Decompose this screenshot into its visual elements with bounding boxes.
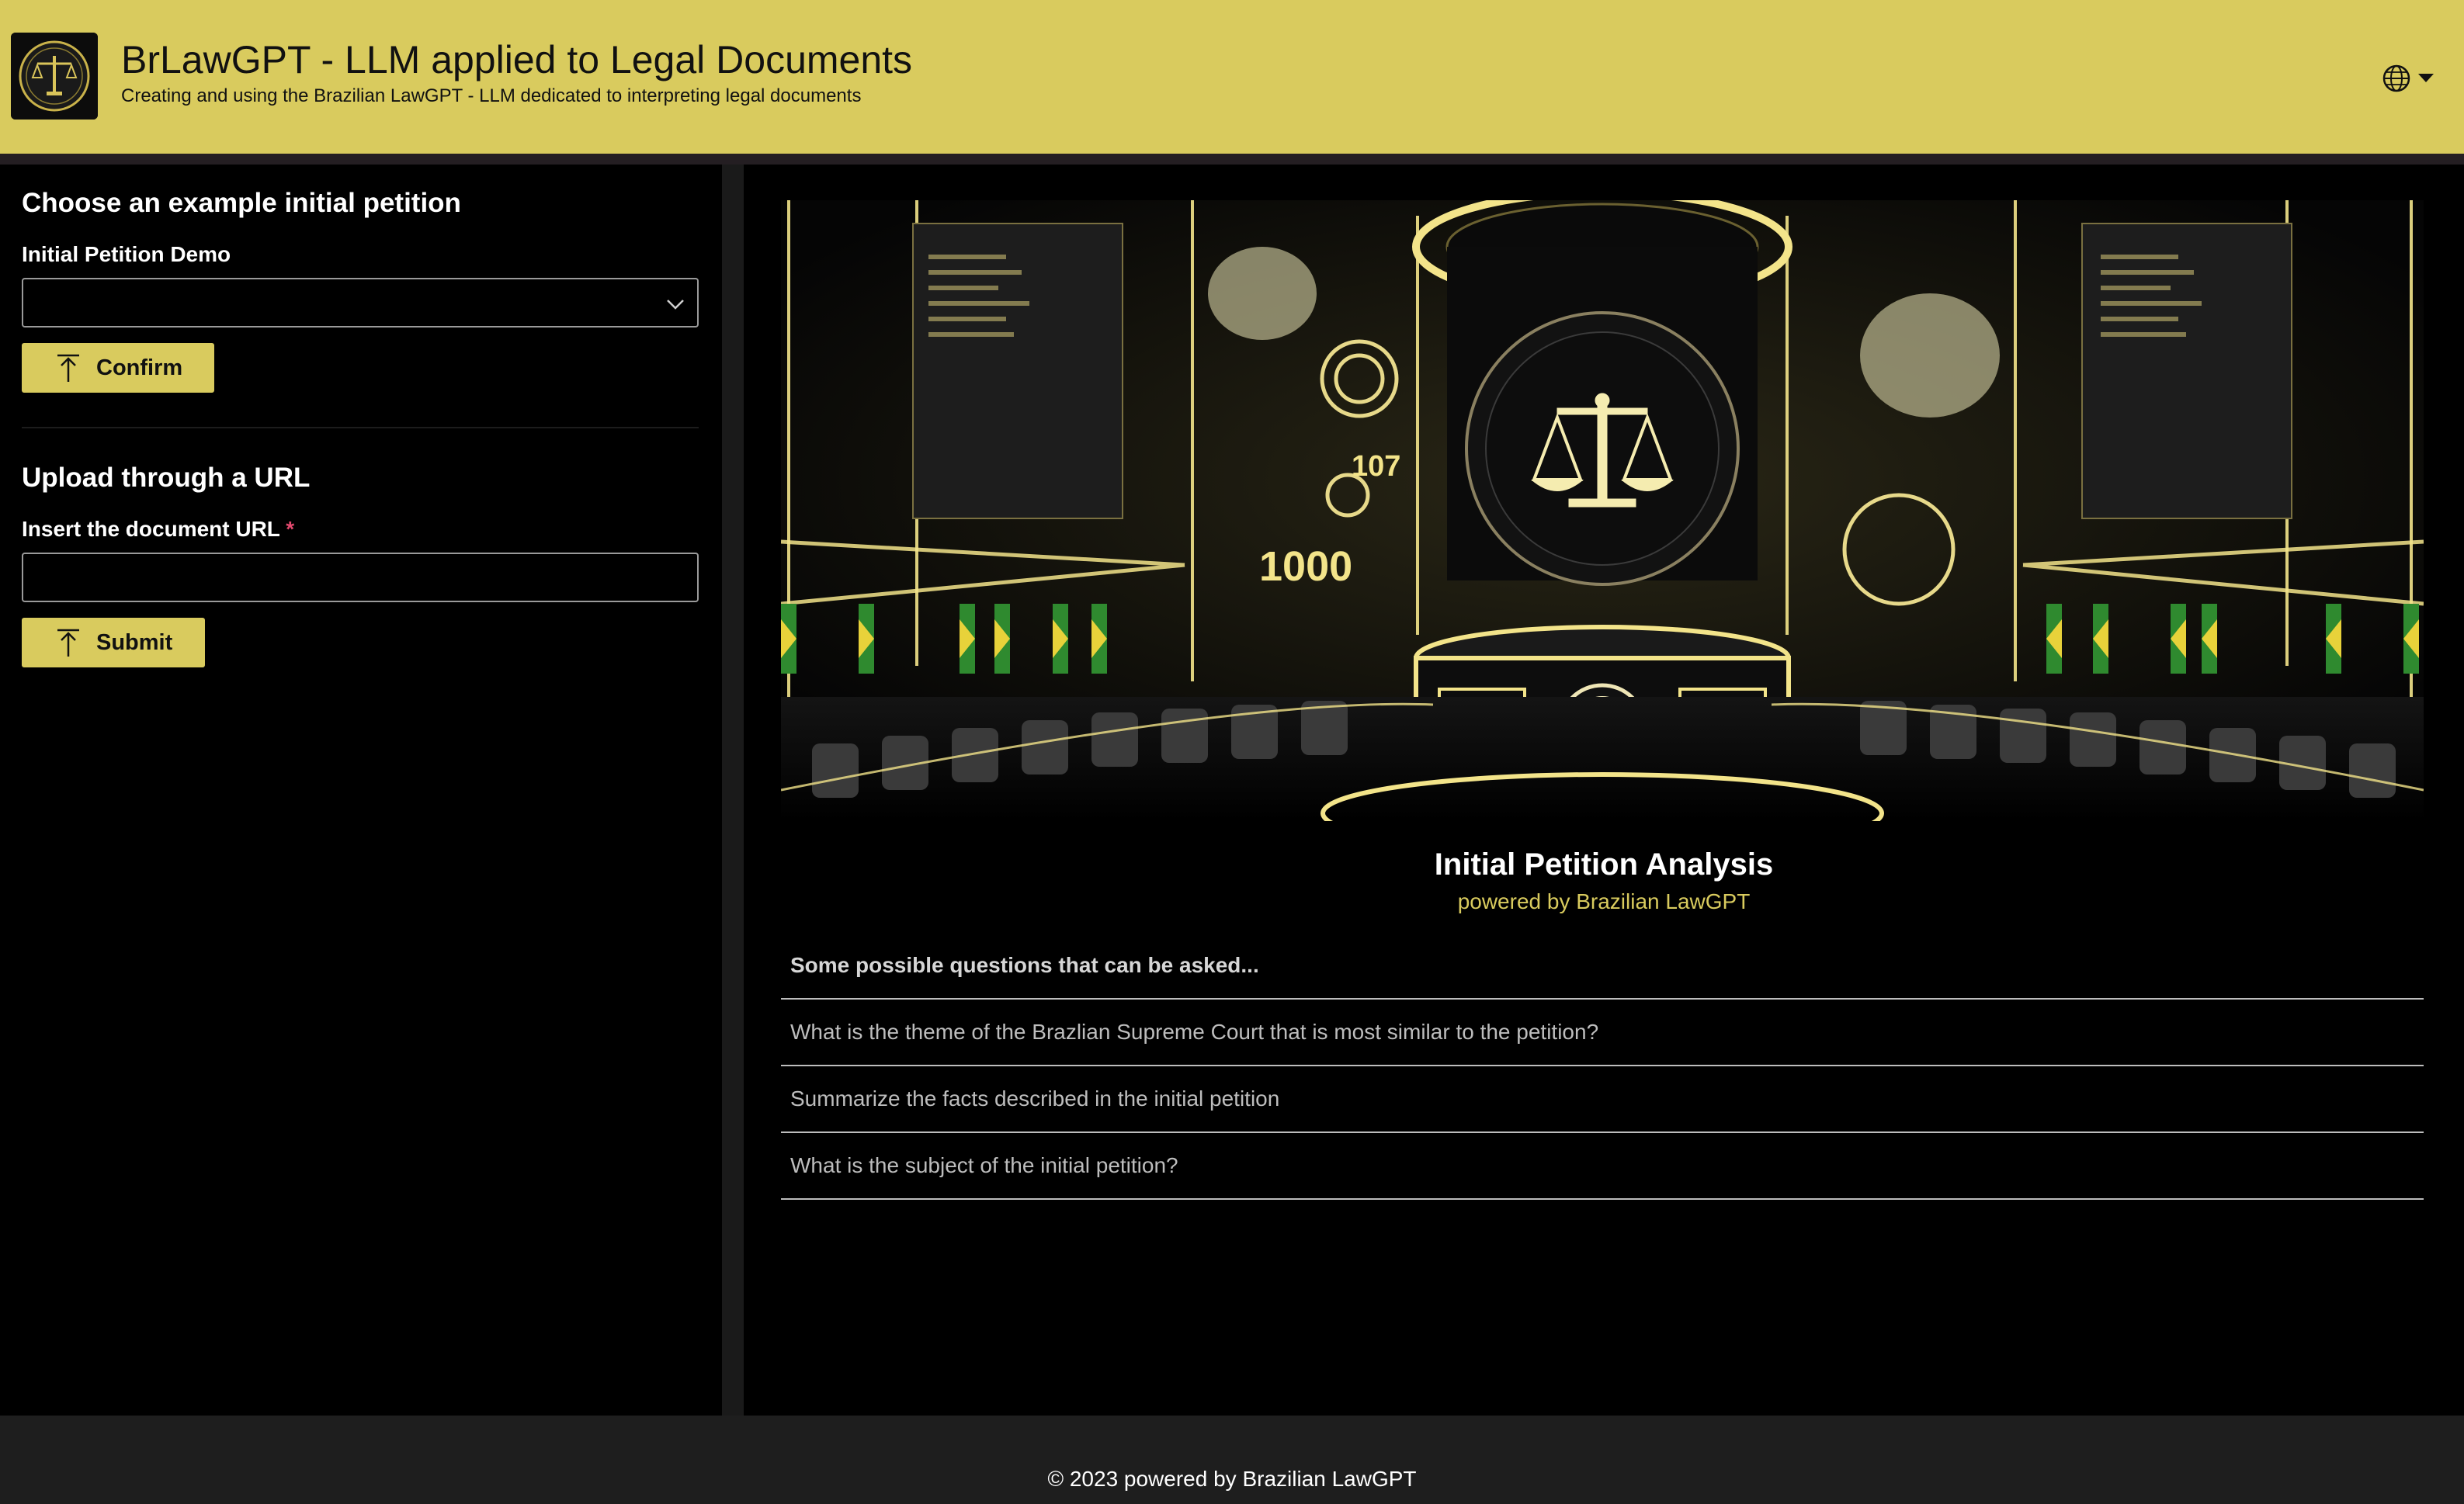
confirm-button[interactable]: Confirm [22, 343, 214, 393]
question-row[interactable]: Summarize the facts described in the ini… [781, 1066, 2424, 1133]
header-divider [0, 154, 2464, 165]
example-section-heading: Choose an example initial petition [22, 188, 461, 218]
url-section-heading: Upload through a URL [22, 463, 311, 493]
document-url-input[interactable] [22, 553, 699, 602]
upload-icon [57, 629, 79, 657]
courtroom-banner-image: 107 1000 [781, 200, 2424, 821]
submit-button-label: Submit [96, 629, 173, 655]
app-subtitle: Creating and using the Brazilian LawGPT … [121, 85, 862, 106]
banner-number-1000: 1000 [1259, 543, 1352, 590]
panel-gutter [722, 165, 744, 1416]
question-row[interactable]: What is the theme of the Brazlian Suprem… [781, 1000, 2424, 1066]
footer-text: © 2023 powered by Brazilian LawGPT [1047, 1467, 1417, 1491]
required-marker: * [286, 517, 295, 541]
sidebar: Choose an example initial petition Initi… [0, 165, 722, 1416]
submit-button[interactable]: Submit [22, 618, 205, 667]
globe-icon [2382, 64, 2410, 92]
initial-petition-select[interactable] [22, 278, 699, 327]
app-header: BrLawGPT - LLM applied to Legal Document… [0, 0, 2464, 154]
analysis-title: Initial Petition Analysis [1434, 847, 1774, 882]
document-url-label-text: Insert the document URL [22, 517, 280, 541]
caret-down-icon [2418, 74, 2434, 82]
language-selector[interactable] [2382, 62, 2444, 95]
upload-icon [57, 354, 79, 382]
initial-petition-select-label: Initial Petition Demo [22, 242, 231, 266]
app-title: BrLawGPT - LLM applied to Legal Document… [121, 38, 913, 81]
analysis-subtitle: powered by Brazilian LawGPT [1457, 889, 1751, 913]
section-divider [22, 427, 699, 428]
confirm-button-label: Confirm [96, 355, 183, 380]
page-footer: © 2023 powered by Brazilian LawGPT [0, 1416, 2464, 1504]
question-row[interactable]: What is the subject of the initial petit… [781, 1133, 2424, 1200]
chevron-down-icon [667, 300, 684, 310]
example-questions-table: Some possible questions that can be aske… [781, 933, 2424, 1200]
banner-number-107: 107 [1352, 450, 1400, 483]
questions-header: Some possible questions that can be aske… [781, 933, 2424, 1000]
app-logo [11, 33, 98, 120]
main-panel: 107 1000 Initial Petition Analysis power… [744, 165, 2464, 1416]
document-url-label: Insert the document URL * [22, 517, 294, 542]
